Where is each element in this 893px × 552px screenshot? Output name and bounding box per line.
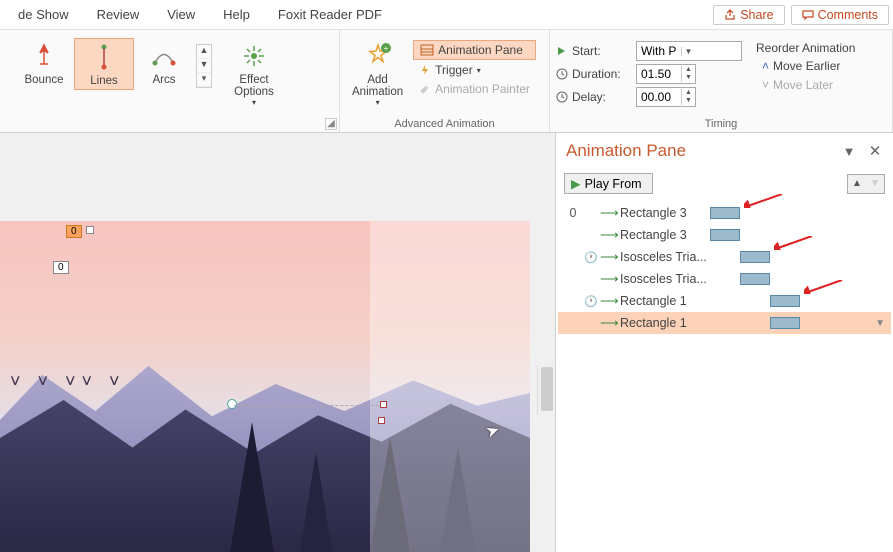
motion-path-icon: ⟶: [600, 271, 620, 287]
reorder-buttons: ▲ ▼: [847, 174, 885, 194]
animation-list: 0 ⟶ Rectangle 3 ⟶ Rectangle 3 🕐 ⟶ Isosce…: [556, 198, 893, 338]
animation-pane-icon: [420, 44, 434, 56]
animation-row[interactable]: ⟶ Rectangle 3: [558, 224, 891, 246]
delay-value[interactable]: [637, 90, 681, 104]
pane-options-icon[interactable]: ▼: [841, 144, 857, 159]
reorder-up-icon[interactable]: ▲: [848, 175, 866, 193]
selection-handle[interactable]: [86, 226, 94, 234]
chevron-down-icon: ˅: [762, 78, 769, 92]
effect-options-button[interactable]: Effect Options▾: [224, 38, 284, 109]
duration-icon: [556, 68, 568, 80]
timing-label: Timing: [556, 118, 886, 132]
menu-review[interactable]: Review: [83, 3, 154, 26]
add-animation-icon: +: [364, 42, 392, 70]
effect-options-icon: [241, 43, 267, 69]
share-button[interactable]: Share: [713, 5, 784, 25]
rotation-handle[interactable]: [227, 399, 237, 409]
vertical-scrollbar[interactable]: [537, 365, 555, 415]
spin-down-icon[interactable]: ▼: [681, 74, 695, 82]
reorder-down-icon: ▼: [866, 175, 884, 193]
add-animation-button[interactable]: + Add Animation▾: [346, 38, 409, 109]
motion-path-icon: ⟶: [600, 315, 620, 331]
lines-icon: [93, 44, 115, 70]
delay-icon: [556, 91, 568, 103]
duration-input[interactable]: ▲▼: [636, 64, 696, 84]
path-end-handle[interactable]: [380, 401, 387, 408]
menu-view[interactable]: View: [153, 3, 209, 26]
chevron-up-icon: ˄: [762, 59, 769, 73]
start-play-icon: [556, 45, 568, 57]
painter-icon: [419, 83, 431, 95]
annotation-arrow: [804, 280, 844, 292]
gallery-down-icon[interactable]: ▼: [197, 59, 211, 73]
delay-input[interactable]: ▲▼: [636, 87, 696, 107]
arcs-icon: [150, 44, 178, 68]
play-from-button[interactable]: ▶ Play From: [564, 173, 653, 194]
start-value[interactable]: [637, 44, 681, 58]
duration-label: Duration:: [572, 67, 632, 81]
animation-dialog-launcher[interactable]: ◢: [325, 118, 337, 130]
trigger-button[interactable]: Trigger▾: [413, 61, 536, 79]
effect-arcs[interactable]: Arcs: [134, 38, 194, 88]
spin-up-icon[interactable]: ▲: [681, 66, 695, 74]
motion-path-icon: ⟶: [600, 293, 620, 309]
animation-pane-button[interactable]: Animation Pane: [413, 40, 536, 60]
workspace: ˅ ˅ ˅˅ ˅ ➤ 0 0 Animation Pane ▼ ✕: [0, 133, 893, 552]
clock-icon: 🕐: [582, 251, 600, 264]
move-later-button: ˅ Move Later: [756, 76, 855, 94]
gallery-more-icon[interactable]: ▾: [197, 73, 211, 87]
motion-path-icon: ⟶: [600, 227, 620, 243]
motion-path-icon: ⟶: [600, 249, 620, 265]
animation-row[interactable]: 0 ⟶ Rectangle 3: [558, 202, 891, 224]
animation-tag-1[interactable]: 0: [53, 261, 69, 274]
delay-label: Delay:: [572, 90, 632, 104]
bounce-icon: [30, 42, 58, 70]
slide-scene: ˅ ˅ ˅˅ ˅ ➤: [0, 221, 530, 552]
annotation-arrow: [774, 236, 814, 248]
menu-slideshow[interactable]: de Show: [4, 3, 83, 26]
annotation-arrow: [744, 194, 784, 206]
animation-painter-button: Animation Painter: [413, 80, 536, 98]
spin-down-icon[interactable]: ▼: [681, 97, 695, 105]
effect-lines[interactable]: Lines: [74, 38, 134, 90]
chevron-down-icon[interactable]: ▼: [681, 47, 695, 56]
duration-value[interactable]: [637, 67, 681, 81]
move-earlier-button[interactable]: ˄ Move Earlier: [756, 57, 855, 75]
effect-bounce[interactable]: Bounce: [14, 38, 74, 88]
trigger-icon: [419, 64, 431, 76]
advanced-animation-label: Advanced Animation: [346, 118, 543, 132]
play-icon: ▶: [571, 176, 581, 191]
menubar: de Show Review View Help Foxit Reader PD…: [0, 0, 893, 30]
share-icon: [724, 9, 736, 21]
svg-text:+: +: [383, 44, 388, 53]
animation-pane: Animation Pane ▼ ✕ ▶ Play From ▲ ▼ 0 ⟶ R…: [555, 133, 893, 552]
row-menu-icon[interactable]: ▼: [875, 318, 885, 329]
pane-title: Animation Pane: [566, 141, 831, 161]
comments-button[interactable]: Comments: [791, 5, 889, 25]
slide-canvas[interactable]: ˅ ˅ ˅˅ ˅ ➤ 0 0: [0, 133, 555, 552]
birds-graphic: ˅ ˅ ˅˅ ˅: [10, 371, 126, 392]
clock-icon: 🕐: [582, 295, 600, 308]
animation-row[interactable]: 🕐 ⟶ Isosceles Tria...: [558, 246, 891, 268]
reorder-label: Reorder Animation: [756, 41, 855, 55]
spin-up-icon[interactable]: ▲: [681, 89, 695, 97]
comment-icon: [802, 9, 814, 21]
animation-tag-0[interactable]: 0: [66, 225, 82, 238]
gallery-scroll[interactable]: ▲ ▼ ▾: [196, 44, 212, 88]
menu-help[interactable]: Help: [209, 3, 264, 26]
animation-row[interactable]: ⟶ Rectangle 1 ▼: [558, 312, 891, 334]
ribbon: Bounce Lines Arcs ▲ ▼ ▾ Effect Options▾ …: [0, 30, 893, 133]
gallery-up-icon[interactable]: ▲: [197, 45, 211, 59]
start-select[interactable]: ▼: [636, 41, 742, 61]
menu-foxit[interactable]: Foxit Reader PDF: [264, 3, 396, 26]
start-label: Start:: [572, 44, 632, 58]
close-icon[interactable]: ✕: [867, 142, 883, 160]
path-handle[interactable]: [378, 417, 385, 424]
motion-path-icon: ⟶: [600, 205, 620, 221]
